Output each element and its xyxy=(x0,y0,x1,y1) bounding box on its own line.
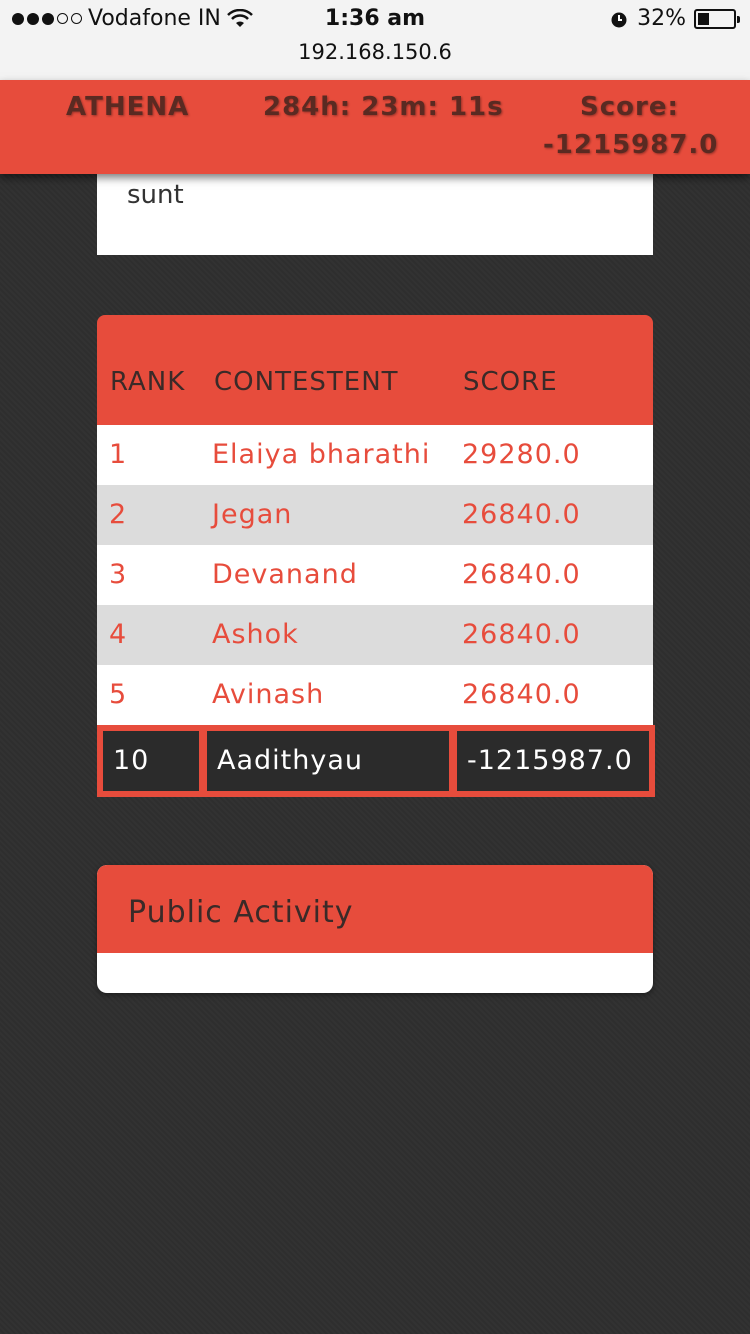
contestant-cell: Ashok xyxy=(212,619,299,650)
app-header: ATHENA 284h: 23m: 11s Score: -1215987.0 xyxy=(0,80,750,174)
table-row: 4 Ashok 26840.0 xyxy=(97,605,653,665)
leaderboard-table: RANK CONTESTENT SCORE 1 Elaiya bharathi … xyxy=(97,315,653,725)
rank-cell: 3 xyxy=(109,559,128,590)
alarm-clock-icon xyxy=(611,12,627,27)
table-header: RANK CONTESTENT SCORE xyxy=(97,315,653,425)
rank-cell: 5 xyxy=(109,679,128,710)
rank-cell: 4 xyxy=(109,619,128,650)
public-activity-header[interactable]: Public Activity xyxy=(97,865,653,953)
contestant-cell: Jegan xyxy=(212,499,293,530)
question-text: sunt xyxy=(127,180,184,210)
countdown-timer: 284h: 23m: 11s xyxy=(263,92,504,122)
column-header-score: SCORE xyxy=(463,367,558,397)
status-bar: Vodafone IN 1:36 am 192.168.150.6 32% xyxy=(0,0,750,81)
table-row: 5 Avinash 26840.0 xyxy=(97,665,653,725)
column-header-rank: RANK xyxy=(110,367,186,397)
current-user-name: Aadithyau xyxy=(207,731,449,791)
rank-cell: 2 xyxy=(109,499,128,530)
table-row: 1 Elaiya bharathi 29280.0 xyxy=(97,425,653,485)
score-cell: 29280.0 xyxy=(462,439,581,470)
battery-icon xyxy=(694,8,740,29)
public-activity-title: Public Activity xyxy=(128,895,354,930)
table-row: 3 Devanand 26840.0 xyxy=(97,545,653,605)
score-label: Score: xyxy=(580,92,679,122)
score-cell: 26840.0 xyxy=(462,679,581,710)
public-activity-panel: Public Activity xyxy=(97,865,653,993)
current-user-row: 10 Aadithyau -1215987.0 xyxy=(97,725,655,797)
column-header-contestant: CONTESTENT xyxy=(214,367,399,397)
table-row: 2 Jegan 26840.0 xyxy=(97,485,653,545)
url-bar[interactable]: 192.168.150.6 xyxy=(0,40,750,64)
score-cell: 26840.0 xyxy=(462,619,581,650)
current-user-rank: 10 xyxy=(103,731,199,791)
contestant-cell: Elaiya bharathi xyxy=(212,439,431,470)
battery-group: 32% xyxy=(609,6,740,31)
contestant-cell: Avinash xyxy=(212,679,325,710)
battery-percent: 32% xyxy=(637,6,686,31)
score-value: -1215987.0 xyxy=(543,130,719,160)
rank-cell: 1 xyxy=(109,439,128,470)
contestant-cell: Devanand xyxy=(212,559,358,590)
brand-title[interactable]: ATHENA xyxy=(66,92,189,122)
current-user-score: -1215987.0 xyxy=(457,731,649,791)
score-cell: 26840.0 xyxy=(462,559,581,590)
score-cell: 26840.0 xyxy=(462,499,581,530)
